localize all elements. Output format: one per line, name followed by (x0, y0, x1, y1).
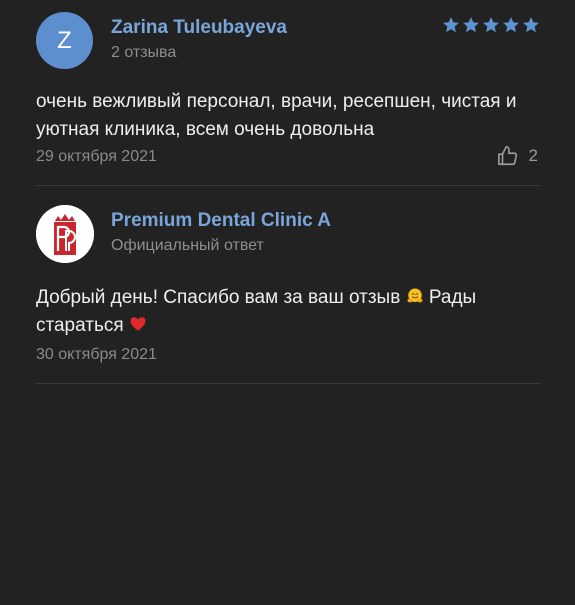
reply-author-name[interactable]: Premium Dental Clinic A (111, 210, 331, 232)
hugging-face-emoji (407, 288, 423, 303)
divider (36, 383, 540, 384)
star-icon (483, 17, 499, 33)
reply-date: 30 октября 2021 (36, 346, 157, 363)
review-date: 29 октября 2021 (36, 148, 157, 165)
red-heart-emoji (130, 317, 146, 331)
star-icon (463, 17, 479, 33)
clinic-logo[interactable] (36, 205, 94, 263)
like-button[interactable]: 2 (497, 145, 538, 167)
star-icon (503, 17, 519, 33)
star-icon (523, 17, 539, 33)
reply-text: Добрый день! Спасибо вам за ваш отзыв Ра… (36, 284, 536, 340)
divider (36, 185, 540, 186)
like-count: 2 (528, 146, 538, 165)
reply-text-part1: Добрый день! Спасибо вам за ваш отзыв (36, 287, 401, 308)
review-text: очень вежливый персонал, врачи, ресепшен… (36, 91, 517, 140)
review-author-name[interactable]: Zarina Tuleubayeva (111, 17, 287, 39)
avatar[interactable]: Z (36, 12, 93, 69)
thumbs-up-icon (497, 146, 517, 166)
official-reply-label: Официальный ответ (111, 237, 264, 254)
rating-stars (442, 16, 540, 34)
star-icon (443, 17, 459, 33)
review-author-count: 2 отзыва (111, 44, 177, 61)
